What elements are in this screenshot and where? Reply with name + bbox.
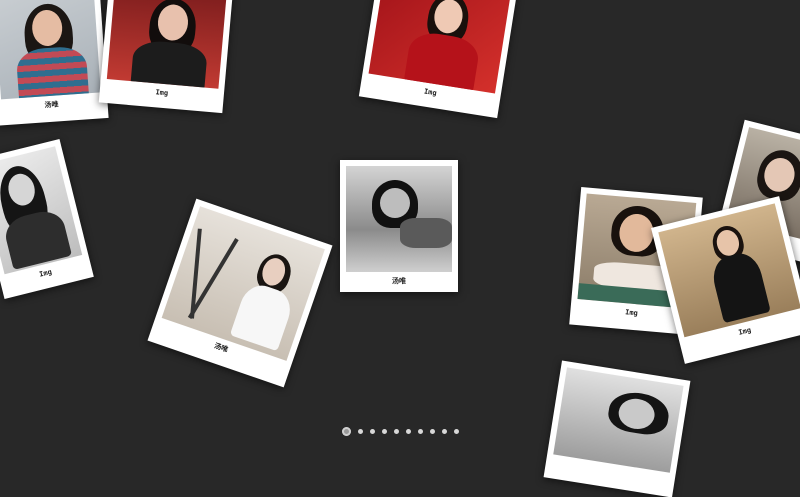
pagination-dot[interactable] — [453, 429, 459, 434]
pagination-dot[interactable] — [357, 429, 363, 434]
photo-card[interactable]: 汤唯 — [340, 160, 458, 292]
pagination-dot[interactable] — [441, 429, 447, 434]
photo-image — [346, 166, 452, 272]
photo-image — [0, 146, 83, 275]
photo-caption: 汤唯 — [392, 277, 406, 285]
pagination-dots — [0, 427, 800, 436]
pagination-dot[interactable] — [429, 429, 435, 434]
pagination-dot[interactable] — [417, 429, 423, 434]
pagination-dot[interactable] — [381, 429, 387, 434]
photo-card[interactable]: 汤唯 — [147, 198, 333, 388]
photo-card[interactable]: Img — [651, 196, 800, 364]
pagination-dot[interactable] — [405, 429, 411, 434]
pagination-dot[interactable] — [369, 429, 375, 434]
pagination-dot[interactable] — [393, 429, 399, 434]
photo-card[interactable]: 汤唯 — [0, 0, 109, 126]
photo-card[interactable]: Img — [98, 0, 234, 114]
photo-image — [106, 0, 227, 89]
photo-image — [553, 367, 684, 473]
photo-image — [0, 0, 101, 100]
photo-card[interactable]: Img — [358, 0, 518, 119]
pagination-dot-active[interactable] — [341, 427, 351, 436]
photo-card[interactable]: Img — [0, 138, 94, 300]
